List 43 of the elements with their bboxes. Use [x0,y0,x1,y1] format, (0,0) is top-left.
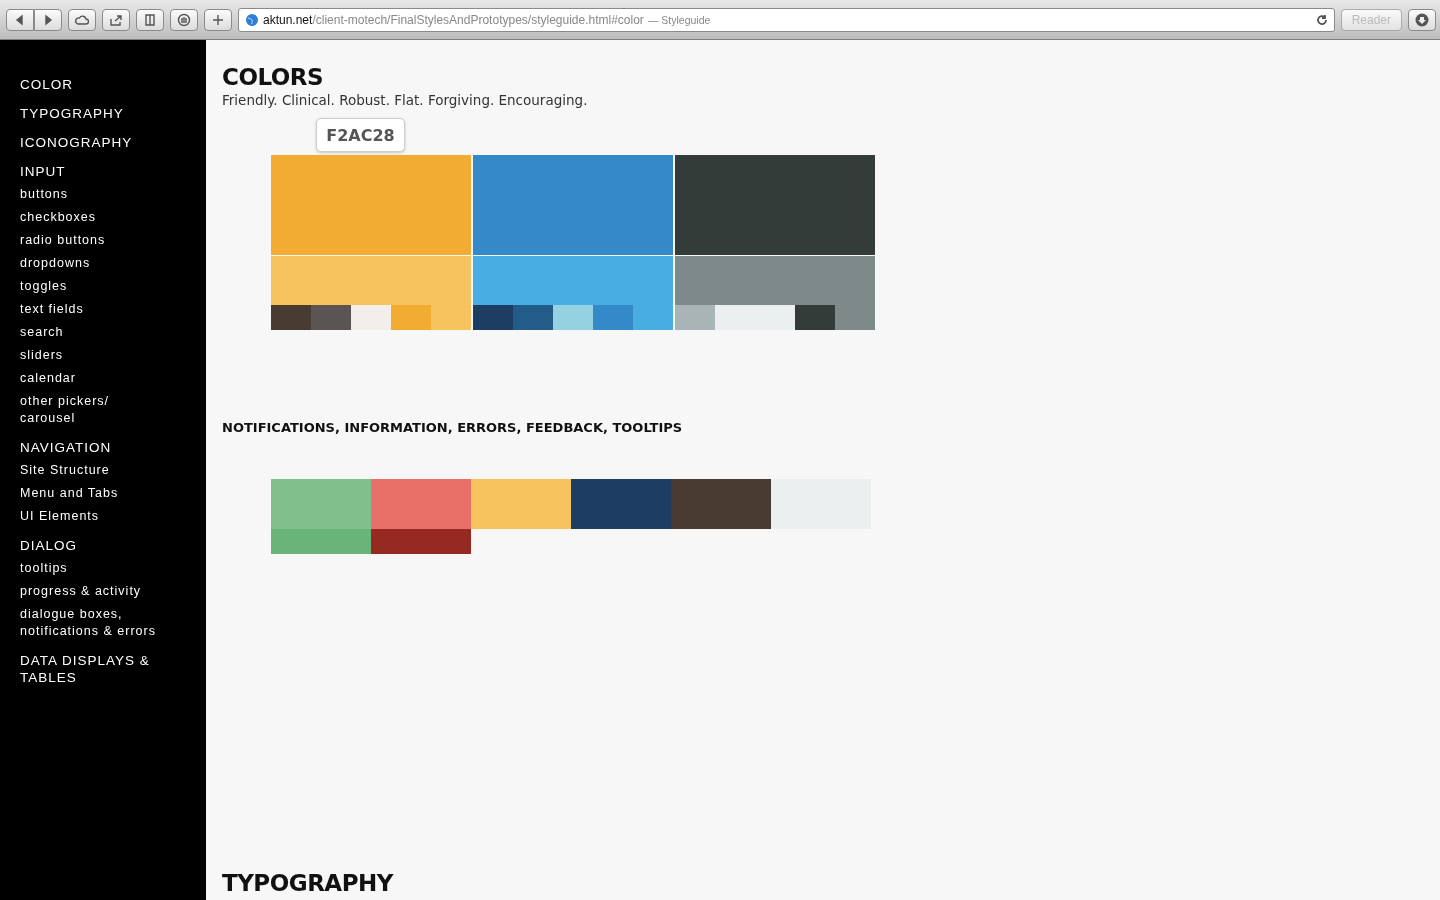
sidebar-link[interactable]: Site Structure [20,462,160,479]
sidebar-link[interactable]: radio buttons [20,232,160,249]
color-tooltip: F2AC28 [316,118,405,152]
sidebar-link[interactable]: UI Elements [20,508,160,525]
sidebar-link[interactable]: other pickers/ carousel [20,393,160,427]
sidebar-link[interactable]: toggles [20,278,160,295]
share-icon [109,12,123,27]
url-path: /client-motech/FinalStylesAndPrototypes/styleguide.html#color [312,12,644,27]
cloud-icon [75,12,89,27]
sidebar-link[interactable]: dropdowns [20,255,160,272]
page-title: — Styleguide [647,13,712,26]
sidebar-link[interactable]: INPUT [20,163,160,180]
share-button[interactable] [102,8,130,31]
sidebar-link[interactable]: checkboxes [20,209,160,226]
sidebar-link[interactable]: search [20,324,160,341]
section-subtitle: Friendly. Clinical. Robust. Flat. Forgiving. Encouraging. [222,92,589,108]
subsection-heading: NOTIFICATIONS, INFORMATION, ERRORS, FEEDBACK, TOOLTIPS [222,420,684,435]
downloads-button[interactable] [1408,8,1436,31]
sidebar-link[interactable]: DIALOG [20,537,160,554]
globe-icon [245,12,259,27]
sidebar-link[interactable]: progress & activity [20,583,160,600]
address-field[interactable]: aktun.net/client-motech/FinalStylesAndPrototypes/styleguide.html#color — Styleguide [238,7,1335,32]
section-heading: COLORS [222,63,325,92]
sidebar-link[interactable]: text fields [20,301,160,318]
reload-icon[interactable] [1315,13,1328,26]
sidebar-link[interactable]: tooltips [20,560,160,577]
section-heading: TYPOGRAPHY [222,869,395,898]
sidebar-link[interactable]: NAVIGATION [20,439,160,456]
new-tab-button[interactable] [204,8,232,31]
back-button[interactable] [6,8,34,31]
url-host: aktun.net [263,12,313,27]
sidebar-link[interactable]: COLOR [20,76,160,93]
sidebar-link[interactable]: Menu and Tabs [20,485,160,502]
sidebar-link[interactable]: buttons [20,186,160,203]
cloud-button[interactable] [68,8,96,31]
sidebar-link[interactable]: sliders [20,347,160,364]
sidebar-link[interactable]: DATA DISPLAYS & TABLES [20,652,160,686]
plus-icon [211,12,225,27]
sidebar-link[interactable]: ICONOGRAPHY [20,134,160,151]
forward-button[interactable] [34,8,62,31]
sidebar-link[interactable]: calendar [20,370,160,387]
sidebar-link[interactable]: dialogue boxes, notifications & errors [20,606,160,640]
sidebar-link[interactable]: TYPOGRAPHY [20,105,160,122]
